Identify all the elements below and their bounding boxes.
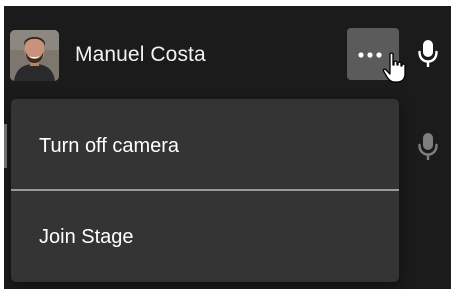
participant-context-menu: Turn off camera Join Stage <box>11 99 399 282</box>
menu-item-turn-off-camera[interactable]: Turn off camera <box>11 99 399 189</box>
hand-cursor-icon <box>382 52 406 83</box>
microphone-icon <box>418 133 438 160</box>
menu-item-join-stage[interactable]: Join Stage <box>11 191 399 282</box>
avatar-photo <box>10 30 59 81</box>
avatar[interactable] <box>10 30 59 81</box>
panel-edge-divider <box>4 124 7 168</box>
microphone-icon[interactable] <box>417 39 439 69</box>
participant-panel: Manuel Costa Turn off camera Join Stage <box>4 6 451 289</box>
participant-name: Manuel Costa <box>75 43 206 66</box>
